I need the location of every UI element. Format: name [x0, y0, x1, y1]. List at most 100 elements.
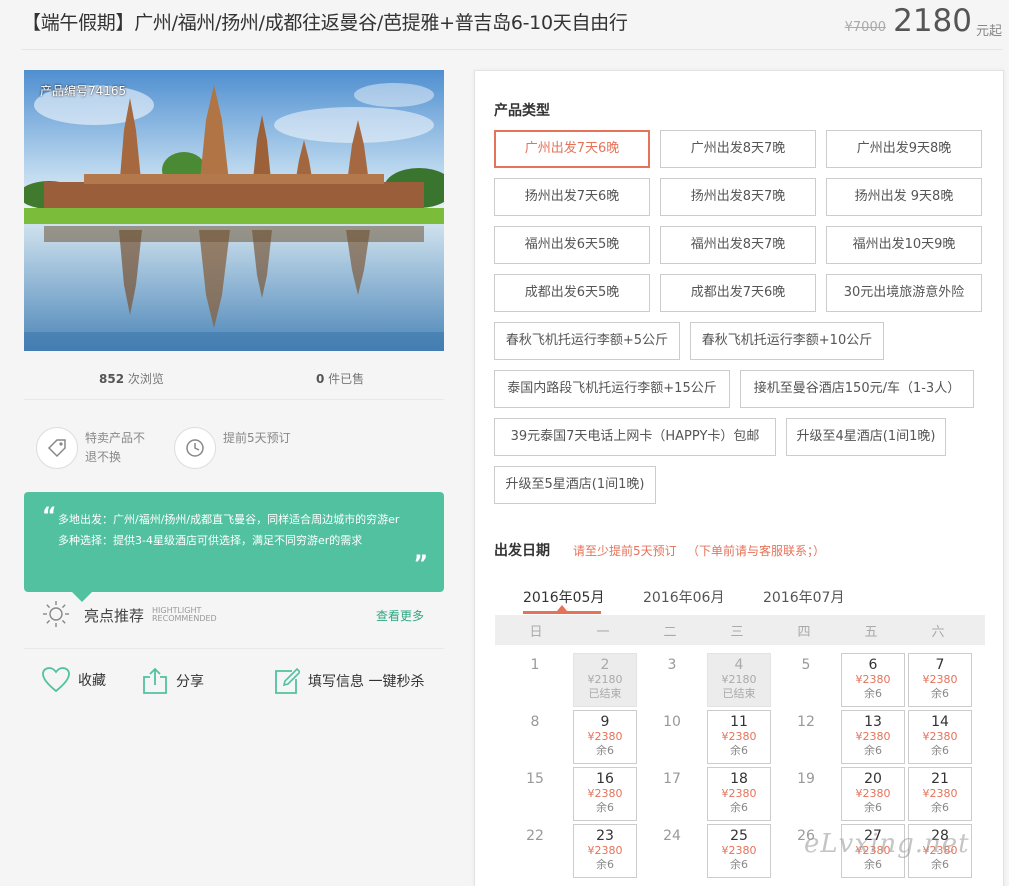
day-number: 16: [596, 771, 614, 787]
option-button[interactable]: 春秋飞机托运行李额+5公斤: [494, 322, 680, 360]
temple-photo: [24, 70, 444, 351]
policy-list: 特卖产品不退不换 提前5天预订: [24, 412, 444, 482]
edit-icon: [275, 667, 300, 694]
calendar-day[interactable]: 21 ¥2380 余6: [908, 767, 972, 821]
option-button[interactable]: 广州出发7天6晚: [494, 130, 650, 168]
day-status: 余6: [864, 801, 882, 814]
option-button[interactable]: 30元出境旅游意外险: [826, 274, 982, 312]
day-status: 余6: [931, 858, 949, 871]
departure-date-title: 出发日期: [494, 543, 550, 559]
day-price: ¥2380: [855, 730, 891, 743]
day-number: 19: [797, 771, 815, 787]
day-status: 已结束: [588, 687, 622, 700]
tab-month-may[interactable]: 2016年05月: [523, 587, 604, 607]
price-unit: 元起: [975, 24, 1002, 39]
calendar-day: 4 ¥2180 已结束: [707, 653, 771, 707]
day-number: 14: [931, 714, 949, 730]
calendar-day[interactable]: 6 ¥2380 余6: [841, 653, 905, 707]
weekday-label: 六: [931, 625, 945, 640]
option-button[interactable]: 扬州出发8天7晚: [660, 178, 816, 216]
policy-advance-booking: 提前5天预订: [174, 427, 293, 469]
day-price: ¥2380: [922, 730, 958, 743]
option-button[interactable]: 接机至曼谷酒店150元/车（1-3人）: [740, 370, 974, 408]
active-tab-underline: [523, 611, 601, 614]
option-button[interactable]: 广州出发8天7晚: [660, 130, 816, 168]
day-price: ¥2380: [721, 844, 757, 857]
option-button[interactable]: 福州出发10天9晚: [826, 226, 982, 264]
option-button[interactable]: 39元泰国7天电话上网卡（HAPPY卡）包邮: [494, 418, 776, 456]
product-type-title: 产品类型: [494, 103, 550, 119]
policy-no-refund: 特卖产品不退不换: [36, 427, 155, 469]
option-button[interactable]: 广州出发9天8晚: [826, 130, 982, 168]
action-bar: 收藏 分享 填写信息 一键秒杀: [24, 648, 444, 712]
day-number: 15: [526, 771, 544, 787]
calendar-day[interactable]: 14 ¥2380 余6: [908, 710, 972, 764]
fill-info-button[interactable]: 填写信息 一键秒杀: [274, 667, 424, 695]
day-number: 2: [600, 657, 610, 673]
day-status: 余6: [931, 744, 949, 757]
quote-close-icon: ”: [413, 552, 428, 577]
calendar-day: 15: [503, 767, 567, 821]
day-number: 9: [600, 714, 610, 730]
highlight-line-2: 多种选择：提供3-4星级酒店可供选择，满足不同穷游er的需求: [58, 534, 363, 547]
calendar-day: 3: [640, 653, 704, 707]
option-button[interactable]: 福州出发6天5晚: [494, 226, 650, 264]
view-more-link[interactable]: 查看更多: [376, 607, 424, 624]
calendar-day[interactable]: 16 ¥2380 余6: [573, 767, 637, 821]
calendar-day[interactable]: 23 ¥2380 余6: [573, 824, 637, 878]
calendar-day[interactable]: 18 ¥2380 余6: [707, 767, 771, 821]
tab-month-july[interactable]: 2016年07月: [763, 587, 844, 607]
calendar-day[interactable]: 9 ¥2380 余6: [573, 710, 637, 764]
month-tabs: 2016年05月 2016年06月 2016年07月: [495, 576, 985, 614]
tag-icon: [36, 427, 78, 469]
option-button[interactable]: 泰国内路段飞机托运行李额+15公斤: [494, 370, 730, 408]
day-status: 余6: [864, 858, 882, 871]
day-price: ¥2380: [587, 844, 623, 857]
highlight-line-1: 多地出发：广州/福州/扬州/成都直飞曼谷，同样适合周边城市的穷游er: [58, 513, 400, 526]
weekday-label: 一: [596, 625, 610, 640]
policy-text: 提前5天预订: [223, 431, 291, 445]
option-button[interactable]: 扬州出发7天6晚: [494, 178, 650, 216]
sun-icon: [43, 601, 69, 627]
product-title: 【端午假期】广州/福州/扬州/成都往返曼谷/芭提雅+普吉岛6-10天自由行: [22, 12, 628, 34]
calendar-day[interactable]: 20 ¥2380 余6: [841, 767, 905, 821]
day-number: 13: [864, 714, 882, 730]
option-button[interactable]: 扬州出发 9天8晚: [826, 178, 982, 216]
option-button[interactable]: 成都出发7天6晚: [660, 274, 816, 312]
highlight-box: “ 多地出发：广州/福州/扬州/成都直飞曼谷，同样适合周边城市的穷游er 多种选…: [24, 492, 444, 602]
recommend-row: 亮点推荐 HIGHTLIGHT RECOMMENDED 查看更多: [24, 596, 444, 632]
day-status: 余6: [596, 801, 614, 814]
calendar-day[interactable]: 25 ¥2380 余6: [707, 824, 771, 878]
option-button[interactable]: 福州出发8天7晚: [660, 226, 816, 264]
day-status: 已结束: [722, 687, 756, 700]
contact-service-note: （下单前请与客服联系；）: [687, 544, 826, 558]
day-status: 余6: [596, 858, 614, 871]
calendar-day[interactable]: 11 ¥2380 余6: [707, 710, 771, 764]
option-button[interactable]: 升级至5星酒店(1间1晚): [494, 466, 656, 504]
day-number: 1: [530, 657, 540, 673]
weekday-label: 二: [663, 625, 677, 640]
day-price: ¥2180: [721, 673, 757, 686]
recommend-subtitle: HIGHTLIGHT RECOMMENDED: [152, 607, 217, 623]
weekday-header: 日 一 二 三 四 五 六: [495, 615, 985, 645]
calendar-day[interactable]: 7 ¥2380 余6: [908, 653, 972, 707]
page-header: 【端午假期】广州/福州/扬州/成都往返曼谷/芭提雅+普吉岛6-10天自由行 ¥7…: [22, 0, 1002, 50]
favorite-button[interactable]: 收藏: [42, 667, 106, 693]
option-button[interactable]: 升级至4星酒店(1间1晚): [786, 418, 946, 456]
views-stat: 852 次浏览: [99, 370, 164, 387]
weekday-label: 四: [797, 625, 811, 640]
day-number: 21: [931, 771, 949, 787]
share-label: 分享: [176, 674, 204, 690]
quote-open-icon: “: [42, 504, 57, 529]
calendar-day: 17: [640, 767, 704, 821]
calendar-day[interactable]: 13 ¥2380 余6: [841, 710, 905, 764]
tab-month-june[interactable]: 2016年06月: [643, 587, 724, 607]
share-button[interactable]: 分享: [142, 667, 204, 695]
recommend-sub-line-2: RECOMMENDED: [152, 614, 217, 623]
calendar-day: 8: [503, 710, 567, 764]
day-price: ¥2380: [587, 730, 623, 743]
product-image[interactable]: 产品编号74165: [24, 70, 444, 351]
option-button[interactable]: 春秋飞机托运行李额+10公斤: [690, 322, 884, 360]
stats-bar: 852 次浏览 0 件已售: [24, 360, 444, 400]
option-button[interactable]: 成都出发6天5晚: [494, 274, 650, 312]
